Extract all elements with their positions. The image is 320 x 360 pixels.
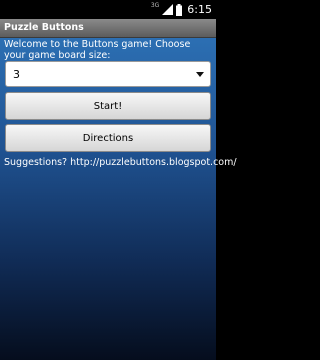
- status-icons: 3G 6:15: [151, 2, 212, 17]
- clock: 6:15: [187, 3, 212, 16]
- main-content: Welcome to the Buttons game! Choose your…: [0, 38, 237, 360]
- start-button[interactable]: Start!: [5, 92, 211, 120]
- dropdown-arrow-icon: [196, 72, 204, 77]
- network-type: 3G: [150, 2, 160, 9]
- welcome-text: Welcome to the Buttons game! Choose your…: [4, 39, 191, 61]
- status-bar: 3G 6:15: [0, 0, 216, 19]
- app-title: Puzzle Buttons: [4, 22, 84, 33]
- signal-icon: [162, 4, 174, 15]
- suggestions-text: Suggestions? http://puzzlebuttons.blogsp…: [4, 157, 237, 168]
- battery-icon: [176, 3, 183, 16]
- board-size-spinner[interactable]: 3: [5, 61, 211, 87]
- app-title-bar: Puzzle Buttons: [0, 19, 216, 38]
- board-size-value: 3: [13, 68, 20, 81]
- directions-button[interactable]: Directions: [5, 124, 211, 152]
